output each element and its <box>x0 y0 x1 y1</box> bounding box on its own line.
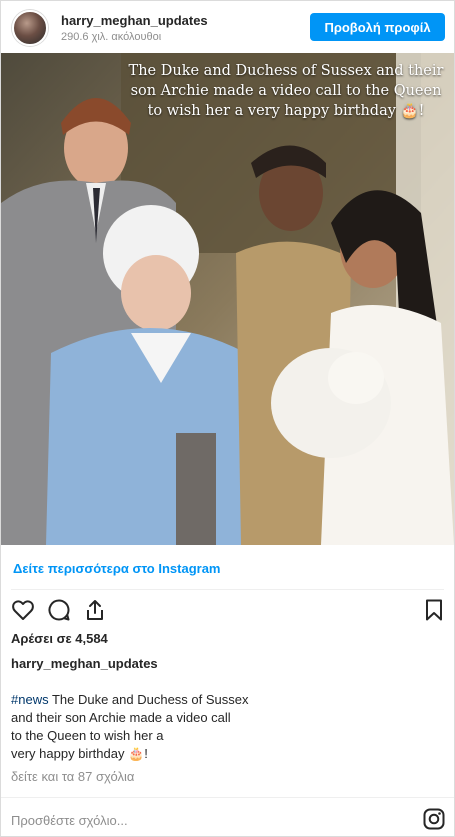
post-caption: #news The Duke and Duchess of Sussex and… <box>11 691 271 763</box>
post-photo[interactable]: The Duke and Duchess of Sussex and their… <box>1 53 454 545</box>
share-icon[interactable] <box>83 598 107 622</box>
comment-icon[interactable] <box>47 598 71 622</box>
header-username[interactable]: harry_meghan_updates <box>61 13 208 28</box>
post-header: harry_meghan_updates 290.6 χιλ. ακόλουθο… <box>1 1 454 53</box>
view-comments-link[interactable]: δείτε και τα 87 σχόλια <box>11 769 134 784</box>
caption-line: very happy birthday 🎂! <box>11 746 148 761</box>
like-count[interactable]: Αρέσει σε 4,584 <box>11 631 108 646</box>
bookmark-icon[interactable] <box>422 598 446 622</box>
caption-line: to the Queen to wish her a <box>11 728 164 743</box>
photo-illustration <box>1 53 454 545</box>
caption-line: The Duke and Duchess of Sussex <box>48 692 249 707</box>
divider <box>11 589 444 590</box>
post-username[interactable]: harry_meghan_updates <box>11 656 158 671</box>
heart-icon[interactable] <box>11 598 35 622</box>
photo-overlay-caption: The Duke and Duchess of Sussex and their… <box>128 63 444 119</box>
avatar[interactable] <box>12 10 48 46</box>
hashtag-link[interactable]: #news <box>11 692 49 707</box>
instagram-logo-icon[interactable] <box>422 807 446 831</box>
divider <box>1 797 454 798</box>
follower-count: 290.6 χιλ. ακόλουθοι <box>61 31 162 43</box>
instagram-embed-card: harry_meghan_updates 290.6 χιλ. ακόλουθο… <box>0 0 455 837</box>
view-profile-button[interactable]: Προβολή προφίλ <box>310 13 445 41</box>
comment-input[interactable]: Προσθέστε σχόλιο... <box>11 813 128 828</box>
caption-line: and their son Archie made a video call <box>11 710 231 725</box>
see-more-on-instagram-link[interactable]: Δείτε περισσότερα στο Instagram <box>13 561 221 576</box>
